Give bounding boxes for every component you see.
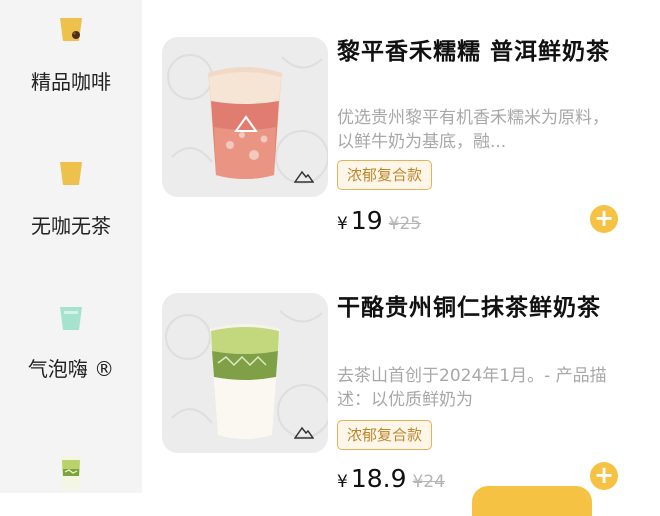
category-label: 无咖无茶 [31, 214, 111, 238]
product-list: 黎平香禾糯糯 普洱鲜奶茶 优选贵州黎平有机香禾糯米为原料，以鲜牛奶为基底，融..… [142, 0, 660, 516]
matcha-milk-tea-image[interactable] [162, 293, 328, 453]
category-sidebar: 精品咖啡 无咖无茶 气泡嗨 ® [0, 0, 142, 493]
plus-icon: + [593, 204, 615, 232]
coffee-cup-icon [56, 14, 86, 44]
currency-symbol: ¥ [337, 472, 348, 492]
price-row: ¥18.9 ¥24 [337, 464, 445, 493]
pink-milk-tea-image[interactable] [162, 37, 328, 197]
original-price: ¥25 [388, 214, 422, 234]
product-description: 去茶山首创于2024年1月。- 产品描述：以优质鲜奶为 [337, 366, 607, 410]
price-row: ¥19 ¥25 [337, 206, 421, 235]
product-name: 黎平香禾糯糯 普洱鲜奶茶 [337, 39, 611, 65]
plus-icon: + [593, 461, 615, 489]
yellow-cup-icon [56, 158, 86, 188]
add-to-cart-button[interactable]: + [590, 205, 618, 233]
product-price: 18.9 [350, 464, 407, 493]
mountain-logo-icon [293, 424, 315, 443]
mountain-logo-icon [293, 168, 315, 187]
product-tag: 浓郁复合款 [337, 160, 433, 190]
green-cup-icon [56, 303, 86, 333]
category-label: 气泡嗨 ® [27, 357, 115, 381]
category-label: 精品咖啡 [31, 70, 111, 94]
cart-bar[interactable] [472, 486, 592, 516]
product-description: 优选贵州黎平有机香禾糯米为原料，以鲜牛奶为基底，融... [337, 108, 609, 152]
original-price: ¥24 [412, 472, 445, 492]
currency-symbol: ¥ [337, 214, 348, 234]
product-tag: 浓郁复合款 [337, 420, 433, 450]
product-price: 19 [350, 206, 383, 235]
matcha-drink-icon [56, 445, 86, 489]
add-to-cart-button[interactable]: + [590, 462, 618, 490]
product-name: 干酪贵州铜仁抹茶鲜奶茶 [337, 295, 601, 321]
